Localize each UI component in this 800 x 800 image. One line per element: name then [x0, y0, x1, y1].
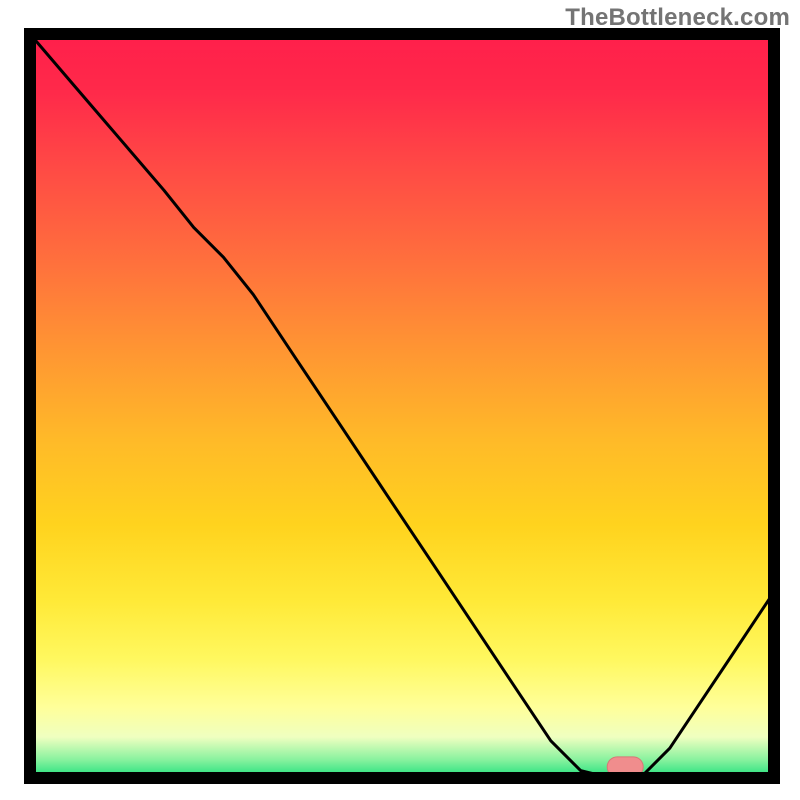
chart-canvas [0, 0, 800, 800]
watermark-text: TheBottleneck.com [565, 4, 790, 32]
plot-background [30, 34, 774, 778]
